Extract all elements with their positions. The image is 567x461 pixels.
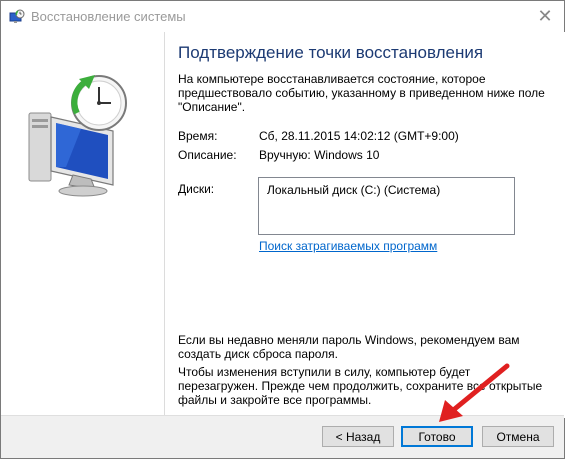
content-panel: Подтверждение точки восстановления На ко… (164, 32, 565, 418)
description-value: Вручную: Windows 10 (259, 148, 380, 162)
close-icon: ✕ (537, 5, 553, 26)
finish-button[interactable]: Готово (401, 426, 473, 447)
scan-affected-programs-link[interactable]: Поиск затрагиваемых программ (259, 239, 437, 253)
disks-list[interactable]: Локальный диск (C:) (Система) (258, 177, 515, 235)
computer-clock-icon (28, 75, 127, 197)
list-item[interactable]: Локальный диск (C:) (Система) (267, 183, 440, 197)
system-restore-window: Восстановление системы ✕ Подтверждение т… (0, 0, 565, 459)
password-note: Если вы недавно меняли пароль Windows, р… (178, 333, 520, 361)
left-panel (1, 32, 164, 418)
restart-note: Чтобы изменения вступили в силу, компьют… (178, 365, 543, 407)
disks-label: Диски: (178, 182, 215, 196)
back-button[interactable]: < Назад (322, 426, 394, 447)
button-bar: < Назад Готово Отмена (1, 415, 564, 458)
page-title: Подтверждение точки восстановления (178, 43, 484, 62)
description-text: На компьютере восстанавливается состояни… (178, 72, 545, 114)
cancel-button[interactable]: Отмена (482, 426, 554, 447)
close-button[interactable]: ✕ (530, 3, 560, 29)
window-title: Восстановление системы (31, 9, 186, 24)
title-bar[interactable]: Восстановление системы ✕ (1, 1, 564, 32)
system-restore-icon (9, 9, 25, 23)
time-label: Время: (178, 129, 218, 143)
description-label: Описание: (178, 148, 237, 162)
time-value: Сб, 28.11.2015 14:02:12 (GMT+9:00) (259, 129, 459, 143)
